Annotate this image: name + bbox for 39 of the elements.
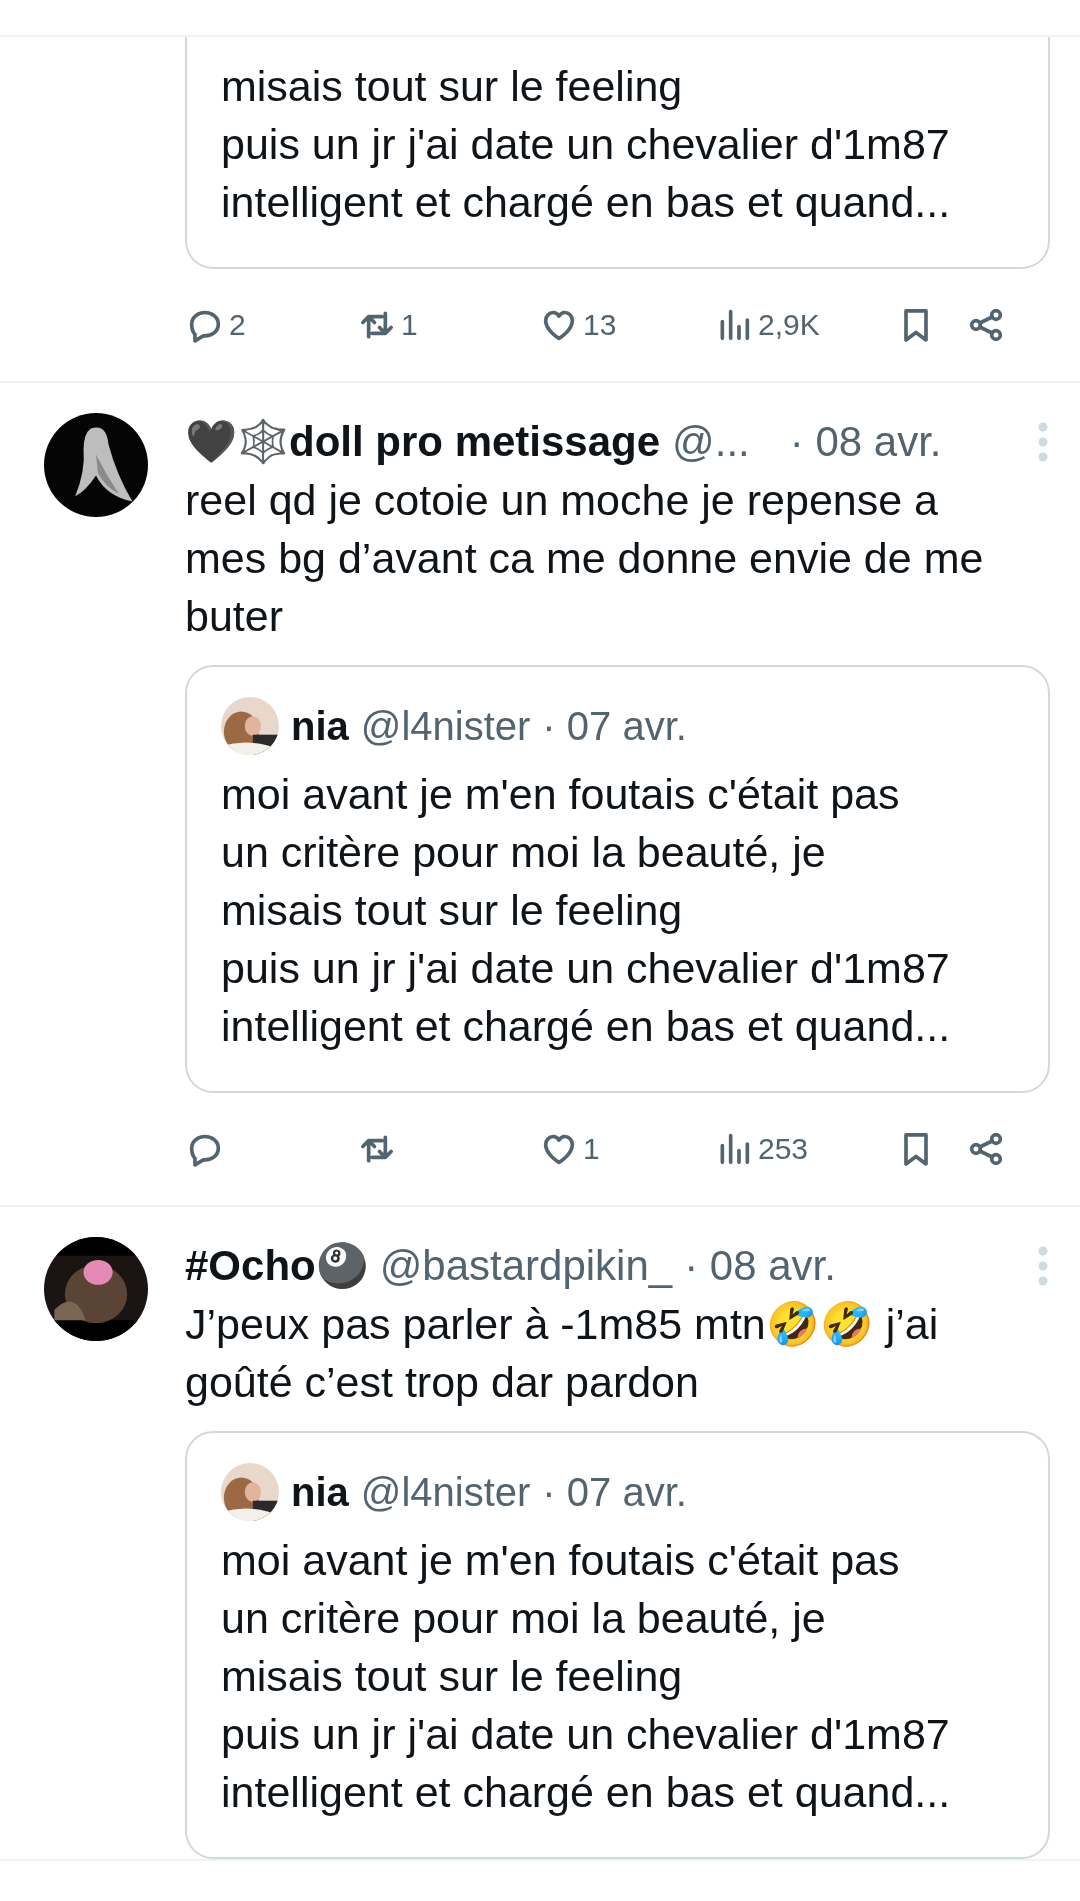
quoted-author-handle: @l4nister [360,1469,531,1516]
tweet-text-line: mes bg d’avant ca me donne envie de me [185,533,985,584]
quoted-text-line: intelligent et chargé en bas et quand... [221,1001,952,1052]
quoted-date: · 07 avr. [542,703,687,750]
quoted-tweet-card[interactable] [185,1431,1050,1859]
quoted-tweet-card[interactable]: misais tout sur le feeling puis un jr j'ai date un chevalier d'1m87 intelligent et chargé en bas et quand... [185,37,1050,269]
quoted-text-line: un critère pour moi la beauté, je [221,1593,827,1644]
quoted-text-line: misais tout sur le feeling [221,885,684,936]
quoted-text-line: intelligent et chargé en bas et quand... [221,177,952,228]
quoted-text-line: moi avant je m'en foutais c'était pas [221,769,901,820]
views-button[interactable]: 253 [714,1129,896,1169]
quoted-tweet-card[interactable] [185,665,1050,1093]
author-handle: @... [672,417,750,467]
quoted-text-line: misais tout sur le feeling [221,61,684,112]
quoted-text-line: misais tout sur le feeling [221,1651,684,1702]
tweet-date: · 08 avr. [789,417,942,467]
author-name: 🖤🕸doll pro metissage [185,417,661,467]
tweet-date: · 08 avr. [684,1241,836,1291]
quoted-date: · 07 avr. [542,1469,687,1516]
quoted-text-line: intelligent et chargé en bas et quand... [221,1767,952,1818]
quoted-text-line: puis un jr j'ai date un chevalier d'1m87 [221,1709,951,1760]
quoted-author-handle: @l4nister [360,703,531,750]
author-handle: @bastardpikin_ [379,1241,673,1291]
like-button[interactable]: 13 [539,305,714,345]
quoted-text-line: puis un jr j'ai date un chevalier d'1m87 [221,943,951,994]
author-name: #Ocho🎱 [185,1241,368,1291]
reply-button[interactable]: 2 [185,305,357,345]
tweet-text-line: J’peux pas parler à -1m85 mtn🤣🤣 j’ai [185,1299,940,1350]
views-button[interactable]: 2,9K [714,305,896,345]
quoted-text-line: un critère pour moi la beauté, je [221,827,827,878]
tweet-text-line: buter [185,591,284,642]
tweet-text-line: goûté c’est trop dar pardon [185,1357,700,1408]
quoted-text-line: puis un jr j'ai date un chevalier d'1m87 [221,119,951,170]
tweet-text-line: reel qd je cotoie un moche je repense a [185,475,939,526]
retweet-button[interactable]: 1 [357,305,539,345]
like-button[interactable]: 1 [539,1129,714,1169]
quoted-author-name: nia [291,703,349,750]
quoted-text-line: moi avant je m'en foutais c'était pas [221,1535,901,1586]
quoted-author-name: nia [291,1469,349,1516]
